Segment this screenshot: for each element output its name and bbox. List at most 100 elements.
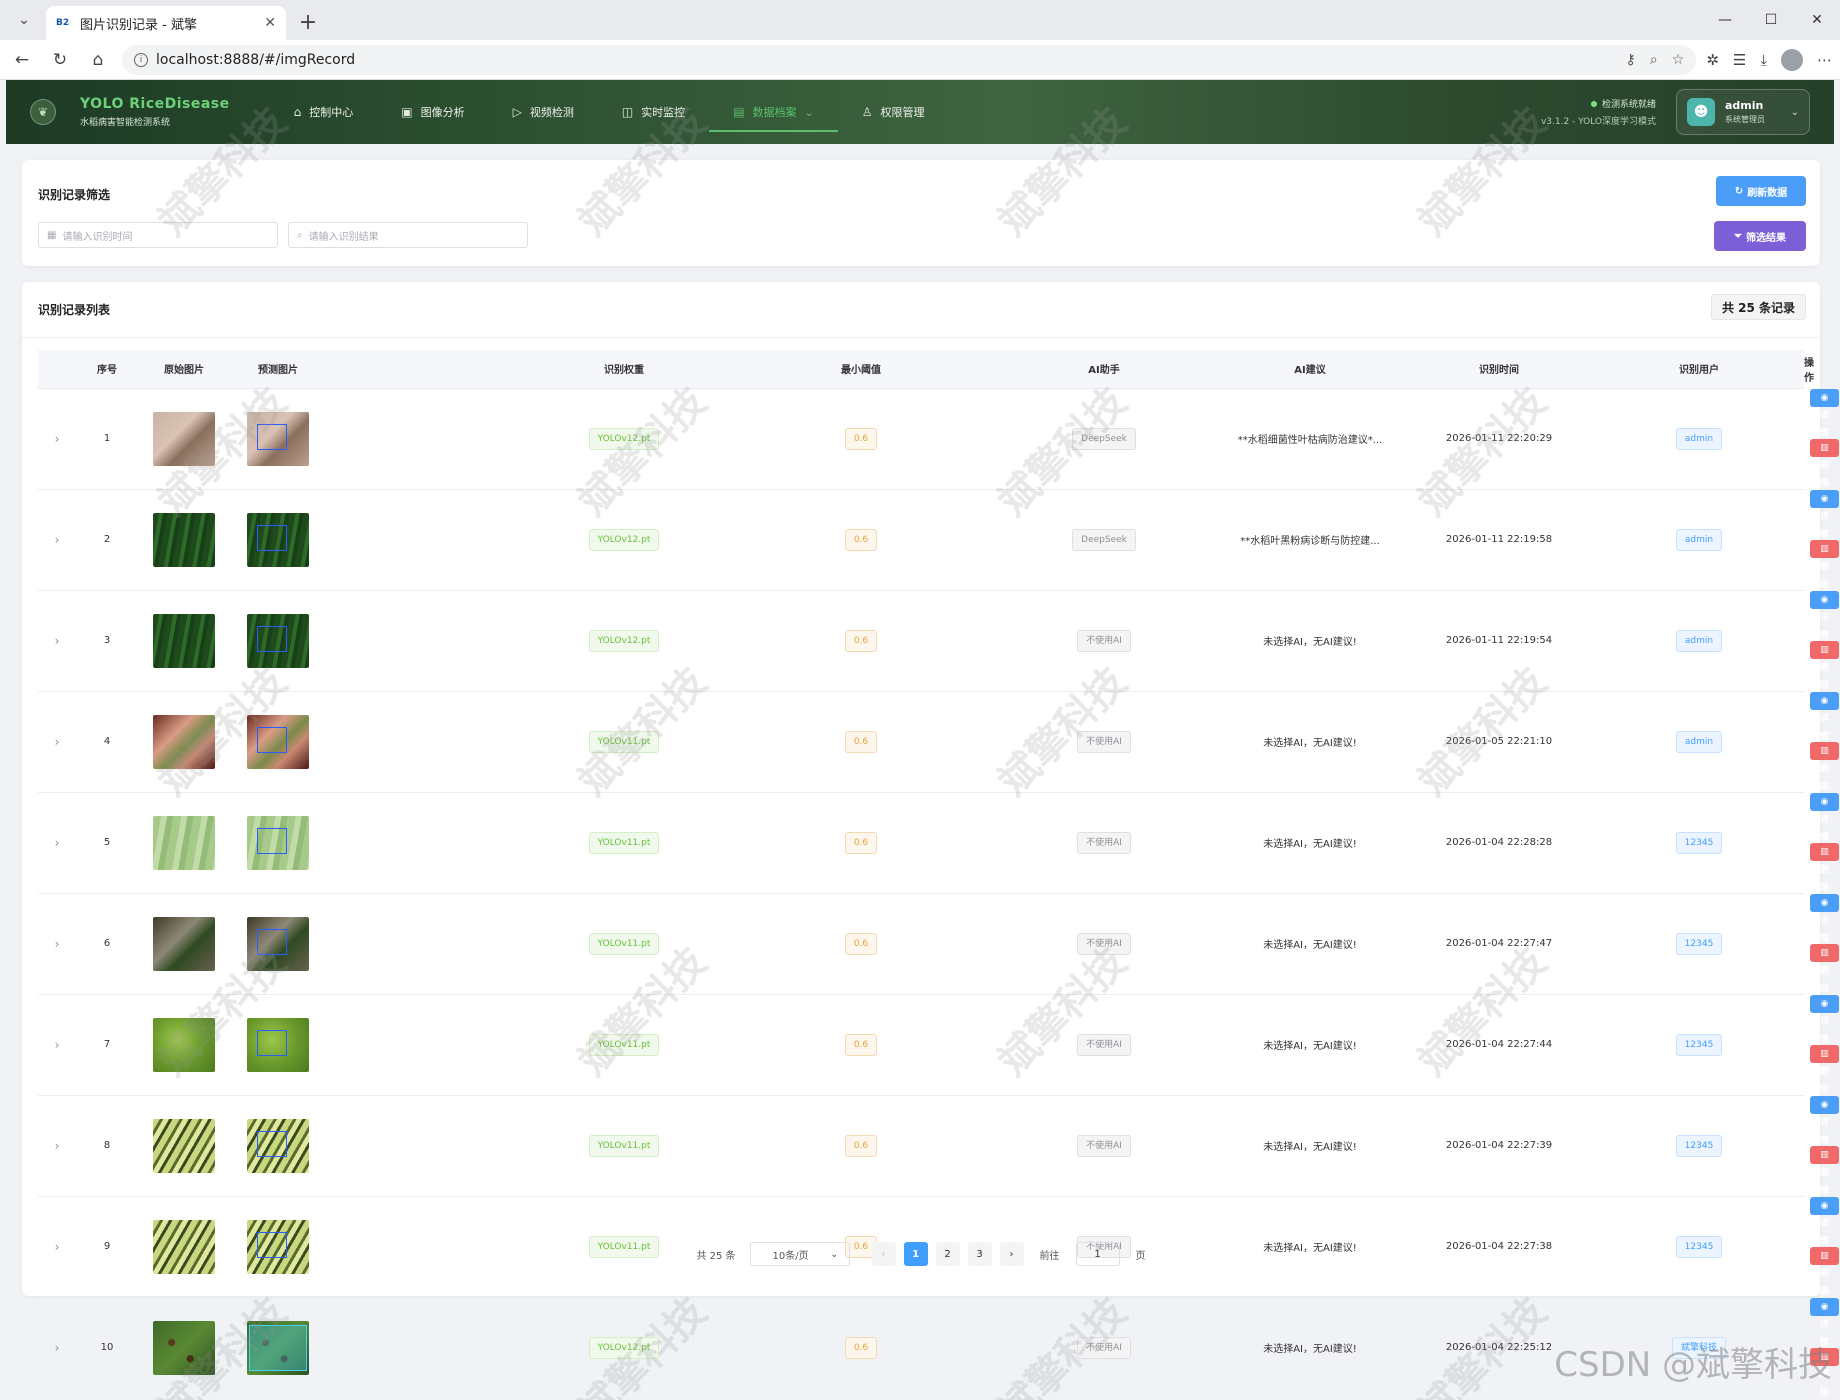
predicted-image[interactable] [247, 613, 309, 668]
download-icon[interactable]: ⤓ [1760, 51, 1767, 69]
user-icon: ♙ [861, 105, 873, 119]
original-image[interactable] [153, 815, 215, 870]
detail-button[interactable]: ◉ 详情 [1810, 1095, 1840, 1146]
window-close-icon[interactable]: ✕ [1794, 0, 1840, 40]
browser-tab[interactable]: B2 图片识别记录 - 斌擎 ✕ [46, 6, 286, 40]
minimize-icon[interactable]: — [1702, 0, 1748, 40]
url-text[interactable]: localhost:8888/#/imgRecord [156, 52, 1618, 68]
detail-button[interactable]: ◉ 详情 [1810, 893, 1840, 944]
delete-button[interactable]: ▥ 删除 [1810, 539, 1840, 590]
delete-button[interactable]: ▥ 删除 [1810, 741, 1840, 792]
favorites-icon[interactable]: ☰ [1733, 51, 1746, 69]
eye-icon: ◉ [1820, 1099, 1829, 1110]
refresh-button[interactable]: ↻ 刷新数据 [1716, 176, 1806, 206]
table-row[interactable]: › 4 YOLOv11.pt 0.6 不使用AI 未选择AI，无AI建议! 2026-01-… [38, 691, 1840, 792]
expand-row-icon[interactable]: › [55, 1139, 60, 1153]
predicted-image[interactable] [247, 714, 309, 769]
original-image[interactable] [153, 613, 215, 668]
original-image[interactable] [153, 512, 215, 567]
detail-button[interactable]: ◉ 详情 [1810, 590, 1840, 641]
original-image[interactable] [153, 1118, 215, 1173]
detail-button[interactable]: ◉ 详情 [1810, 994, 1840, 1045]
predicted-image[interactable] [247, 512, 309, 567]
page-button[interactable]: 2 [935, 1242, 960, 1266]
page-size-select[interactable]: 10条/页 ⌄ [749, 1242, 850, 1266]
original-image[interactable] [153, 1320, 215, 1375]
profile-avatar[interactable] [1781, 48, 1803, 71]
table-row[interactable]: › 5 YOLOv11.pt 0.6 不使用AI 未选择AI，无AI建议! 2026-01-… [38, 792, 1840, 893]
table-row[interactable]: › 1 YOLOv12.pt 0.6 DeepSeek **水稻细菌性叶枯病防治建议*..… [38, 388, 1840, 489]
expand-row-icon[interactable]: › [55, 1341, 60, 1355]
key-icon[interactable]: ⚷ [1626, 52, 1636, 68]
detail-button[interactable]: ◉ 详情 [1810, 1297, 1840, 1348]
home-icon[interactable]: ⌂ [84, 46, 112, 74]
original-image[interactable] [153, 916, 215, 971]
delete-button[interactable]: ▥ 删除 [1810, 842, 1840, 893]
logo-icon[interactable]: ❦ [30, 99, 56, 125]
page-button[interactable]: 1 [903, 1242, 928, 1266]
predicted-image[interactable] [247, 916, 309, 971]
nav-item-0[interactable]: ⌂ 控制中心 [270, 80, 378, 144]
predicted-image[interactable] [247, 815, 309, 870]
tab-search-icon[interactable]: ⌄ [8, 4, 40, 36]
time-filter-input[interactable]: ▦ 请输入识别时间 [38, 222, 278, 248]
reload-icon[interactable]: ↻ [46, 46, 74, 74]
predicted-image[interactable] [247, 1118, 309, 1173]
detail-button[interactable]: ◉ 详情 [1810, 792, 1840, 843]
table-row[interactable]: › 6 YOLOv11.pt 0.6 不使用AI 未选择AI，无AI建议! 2026-01-… [38, 893, 1840, 994]
detail-button[interactable]: ◉ 详情 [1810, 388, 1840, 439]
result-filter-input[interactable]: ⌕ 请输入识别结果 [288, 222, 528, 248]
new-tab-icon[interactable]: + [292, 6, 324, 38]
detail-button[interactable]: ◉ 详情 [1810, 1196, 1840, 1247]
nav-item-2[interactable]: ▷ 视频检测 [489, 80, 598, 144]
expand-row-icon[interactable]: › [55, 836, 60, 850]
filter-button[interactable]: ⏷ 筛选结果 [1714, 221, 1806, 251]
star-icon[interactable]: ☆ [1672, 52, 1685, 68]
original-image[interactable] [153, 411, 215, 466]
expand-row-icon[interactable]: › [55, 1038, 60, 1052]
table-row[interactable]: › 3 YOLOv12.pt 0.6 不使用AI 未选择AI，无AI建议! 2026-01-… [38, 590, 1840, 691]
table-row[interactable]: › 2 YOLOv12.pt 0.6 DeepSeek **水稻叶黑粉病诊断与防控建...… [38, 489, 1840, 590]
expand-row-icon[interactable]: › [55, 735, 60, 749]
prev-page-button[interactable]: ‹ [871, 1242, 896, 1266]
table-row[interactable]: › 7 YOLOv11.pt 0.6 不使用AI 未选择AI，无AI建议! 2026-01-… [38, 994, 1840, 1095]
detail-button[interactable]: ◉ 详情 [1810, 489, 1840, 540]
back-icon[interactable]: ← [8, 46, 36, 74]
nav-item-3[interactable]: ◫ 实时监控 [598, 80, 709, 144]
predicted-image[interactable] [247, 411, 309, 466]
page-button[interactable]: 3 [967, 1242, 992, 1266]
original-image[interactable] [153, 1017, 215, 1072]
detail-button[interactable]: ◉ 详情 [1810, 691, 1840, 742]
more-icon[interactable]: ⋯ [1817, 51, 1832, 69]
close-icon[interactable]: ✕ [264, 15, 276, 31]
original-image[interactable] [153, 714, 215, 769]
predicted-image[interactable] [247, 1320, 309, 1375]
extensions-icon[interactable]: ✲ [1706, 51, 1719, 69]
threshold-tag: 0.6 [844, 1033, 878, 1056]
maximize-icon[interactable]: ☐ [1748, 0, 1794, 40]
document-icon: ▤ [733, 105, 745, 119]
expand-row-icon[interactable]: › [55, 634, 60, 648]
delete-button[interactable]: ▥ 删除 [1810, 943, 1840, 994]
delete-button[interactable]: ▥ 删除 [1810, 640, 1840, 691]
goto-page-input[interactable]: 1 [1075, 1242, 1120, 1266]
zoom-icon[interactable]: ⌕ [1650, 52, 1658, 68]
expand-row-icon[interactable]: › [55, 432, 60, 446]
url-field[interactable]: i localhost:8888/#/imgRecord ⚷ ⌕ ☆ [122, 44, 1697, 75]
table-row[interactable]: › 10 YOLOv12.pt 0.6 不使用AI 未选择AI，无AI建议! 2026-01… [38, 1297, 1840, 1398]
next-page-button[interactable]: › [999, 1242, 1024, 1266]
expand-row-icon[interactable]: › [55, 533, 60, 547]
table-header-row: 序号 原始图片 预测图片 识别权重 最小阈值 AI助手 AI建议 识别时间 识别用户 操作 [38, 350, 1814, 389]
nav-item-4[interactable]: ▤ 数据档案 ⌄ [709, 80, 838, 144]
refresh-label: 刷新数据 [1747, 187, 1788, 199]
delete-button[interactable]: ▥ 删除 [1810, 1044, 1840, 1095]
user-menu[interactable]: ☻ admin 系统管理员 ⌄ [1676, 89, 1810, 135]
info-icon[interactable]: i [134, 52, 148, 67]
delete-button[interactable]: ▥ 删除 [1810, 438, 1840, 489]
nav-item-5[interactable]: ♙ 权限管理 [838, 80, 949, 144]
nav-item-1[interactable]: ▣ 图像分析 [377, 80, 488, 144]
table-row[interactable]: › 8 YOLOv11.pt 0.6 不使用AI 未选择AI，无AI建议! 2026-01-… [38, 1095, 1840, 1196]
delete-button[interactable]: ▥ 删除 [1810, 1145, 1840, 1196]
predicted-image[interactable] [247, 1017, 309, 1072]
expand-row-icon[interactable]: › [55, 937, 60, 951]
